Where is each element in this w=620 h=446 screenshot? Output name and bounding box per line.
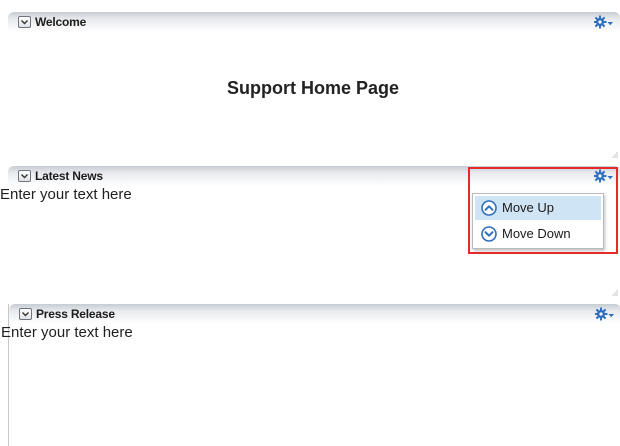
welcome-panel: Welcome Support Home Page <box>8 12 620 160</box>
move-down-label: Move Down <box>502 226 571 241</box>
press-release-panel-header: Press Release <box>9 304 620 324</box>
resize-grip-icon[interactable] <box>612 290 618 296</box>
arrow-down-circle-icon <box>481 226 497 242</box>
collapse-press-release-button[interactable] <box>19 308 32 320</box>
dashboard-page: Welcome Support Home Page Latest News En… <box>0 0 620 446</box>
gear-icon <box>594 15 613 29</box>
latest-news-gear-menu-button[interactable] <box>594 169 614 183</box>
move-up-label: Move Up <box>502 200 555 215</box>
welcome-gear-menu-button[interactable] <box>594 15 614 29</box>
collapse-welcome-button[interactable] <box>18 16 31 28</box>
welcome-panel-title: Welcome <box>35 15 87 29</box>
panel-actions-menu: Move Up Move Down <box>472 193 604 249</box>
press-release-body-text[interactable]: Enter your text here <box>1 324 133 341</box>
latest-news-panel-title: Latest News <box>35 169 103 183</box>
gear-icon <box>594 169 613 183</box>
latest-news-panel-header: Latest News <box>8 166 620 186</box>
welcome-heading: Support Home Page <box>226 78 400 98</box>
resize-grip-icon[interactable] <box>612 152 618 158</box>
latest-news-body-text[interactable]: Enter your text here <box>0 186 132 203</box>
gear-icon <box>595 307 614 321</box>
press-release-panel: Press Release Enter your text here <box>1 304 620 446</box>
move-up-menu-item[interactable]: Move Up <box>475 196 601 220</box>
arrow-up-circle-icon <box>481 200 497 216</box>
collapse-latest-news-button[interactable] <box>18 170 31 182</box>
press-release-panel-title: Press Release <box>36 307 115 321</box>
move-down-menu-item[interactable]: Move Down <box>475 222 601 246</box>
press-release-gear-menu-button[interactable] <box>595 307 615 321</box>
welcome-panel-header: Welcome <box>8 12 620 32</box>
